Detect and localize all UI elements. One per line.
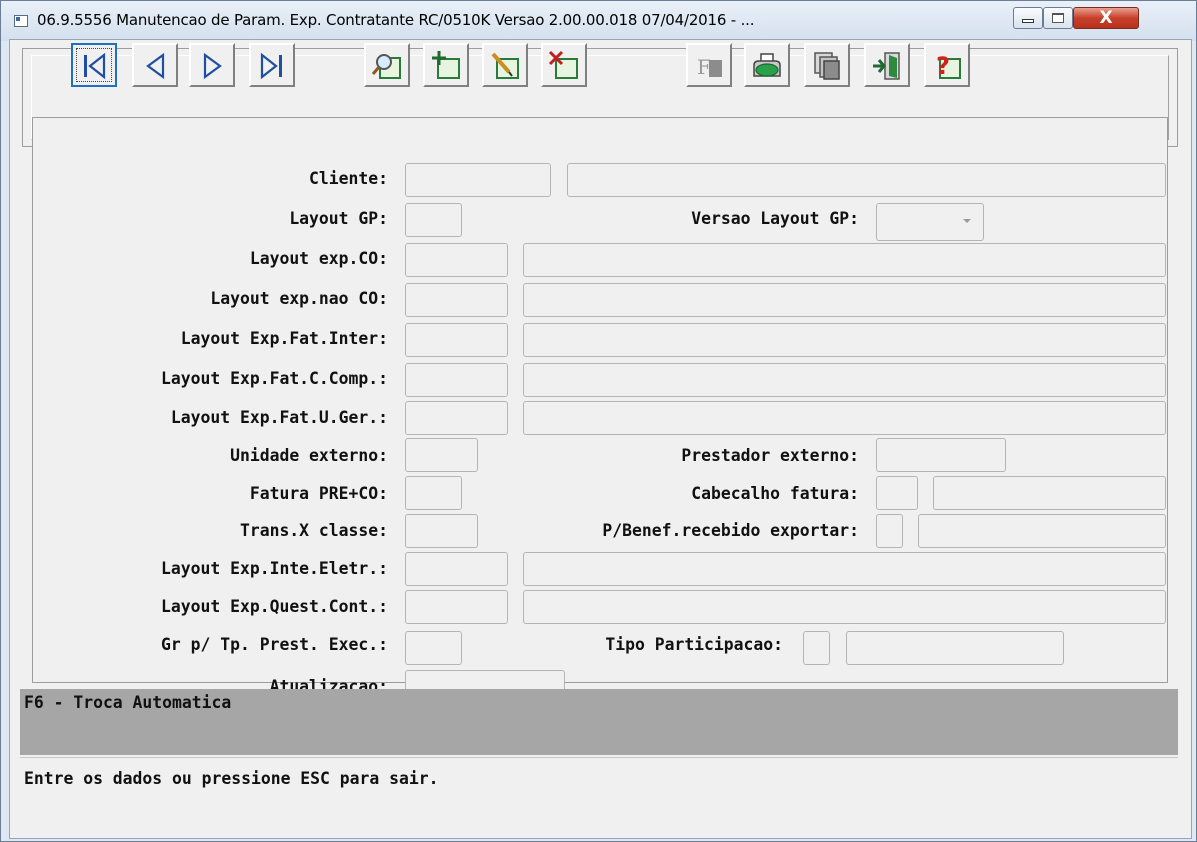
cliente-code-field[interactable] bbox=[405, 163, 551, 197]
cliente-name-field bbox=[567, 163, 1166, 197]
next-record-button[interactable] bbox=[189, 43, 235, 87]
layout-exp-fat-c-comp-field[interactable] bbox=[405, 363, 508, 397]
first-record-button[interactable] bbox=[71, 43, 117, 87]
help-question-icon: ? bbox=[936, 52, 961, 80]
cabecalho-fatura-label: Cabecalho fatura: bbox=[691, 484, 859, 503]
chevron-down-icon[interactable] bbox=[963, 219, 971, 223]
close-button[interactable]: X bbox=[1073, 7, 1139, 29]
minimize-icon bbox=[1022, 19, 1034, 23]
tipo-participacao-label: Tipo Participacao: bbox=[605, 635, 783, 654]
first-icon bbox=[84, 52, 106, 80]
layout-exp-fat-u-ger-label: Layout Exp.Fat.U.Ger.: bbox=[170, 408, 388, 427]
versao-layout-gp-combo[interactable] bbox=[876, 203, 984, 241]
layout-exp-quest-cont-label: Layout Exp.Quest.Cont.: bbox=[161, 597, 388, 616]
exit-button[interactable] bbox=[864, 43, 910, 87]
edit-icon bbox=[491, 52, 519, 79]
last-record-button[interactable] bbox=[249, 43, 295, 87]
layout-exp-inte-eletr-label: Layout Exp.Inte.Eletr.: bbox=[161, 559, 388, 578]
delete-icon bbox=[548, 50, 578, 79]
p-benef-recebido-exportar-desc bbox=[918, 514, 1166, 548]
close-icon: X bbox=[1099, 7, 1113, 28]
magnifier-icon bbox=[371, 54, 401, 79]
layout-exp-nao-co-desc bbox=[523, 283, 1166, 317]
layout-exp-co-desc bbox=[523, 243, 1166, 277]
layout-exp-fat-inter-label: Layout Exp.Fat.Inter: bbox=[180, 329, 388, 348]
layout-exp-quest-cont-field[interactable] bbox=[405, 590, 508, 624]
layout-exp-inte-eletr-field[interactable] bbox=[405, 552, 508, 586]
search-button[interactable] bbox=[364, 43, 410, 87]
layout-exp-co-label: Layout exp.CO: bbox=[249, 249, 388, 268]
unidade-externo-label: Unidade externo: bbox=[230, 446, 388, 465]
window-icon[interactable] bbox=[14, 15, 28, 27]
cliente-label: Cliente: bbox=[309, 169, 388, 188]
layout-exp-fat-c-comp-label: Layout Exp.Fat.C.Comp.: bbox=[161, 369, 388, 388]
p-benef-recebido-exportar-field[interactable] bbox=[876, 514, 903, 548]
layout-exp-fat-c-comp-desc bbox=[523, 363, 1166, 397]
window-title: 06.9.5556 Manutencao de Param. Exp. Cont… bbox=[37, 11, 755, 29]
layout-exp-inte-eletr-desc bbox=[523, 552, 1166, 586]
fatura-pre-co-field[interactable] bbox=[405, 476, 462, 510]
copy-button[interactable] bbox=[804, 43, 850, 87]
app-window: 06.9.5556 Manutencao de Param. Exp. Cont… bbox=[0, 0, 1197, 842]
cabecalho-fatura-desc bbox=[933, 476, 1166, 510]
layout-exp-fat-u-ger-field[interactable] bbox=[405, 401, 508, 435]
print-button[interactable] bbox=[744, 43, 790, 87]
svg-text:?: ? bbox=[936, 52, 950, 80]
prestador-externo-label: Prestador externo: bbox=[681, 446, 859, 465]
title-bar[interactable]: 06.9.5556 Manutencao de Param. Exp. Cont… bbox=[1, 1, 1196, 41]
layout-exp-fat-inter-field[interactable] bbox=[405, 323, 508, 357]
layout-exp-co-field[interactable] bbox=[405, 243, 508, 277]
layout-gp-label: Layout GP: bbox=[289, 209, 388, 228]
maximize-button[interactable] bbox=[1043, 7, 1073, 29]
help-bar: F6 - Troca Automatica bbox=[20, 689, 1178, 755]
cabecalho-fatura-field[interactable] bbox=[876, 476, 918, 510]
versao-layout-gp-label: Versao Layout GP: bbox=[691, 209, 859, 228]
edit-button[interactable] bbox=[482, 43, 528, 87]
previous-icon bbox=[146, 52, 165, 80]
trans-x-classe-label: Trans.X classe: bbox=[239, 521, 388, 540]
format-button[interactable]: F bbox=[686, 43, 732, 87]
minimize-button[interactable] bbox=[1013, 7, 1043, 29]
add-button[interactable] bbox=[423, 43, 469, 87]
tipo-participacao-desc bbox=[846, 631, 1064, 665]
status-text: Entre os dados ou pressione ESC para sai… bbox=[24, 769, 439, 788]
tipo-participacao-field[interactable] bbox=[803, 631, 830, 665]
exit-door-icon bbox=[873, 52, 900, 80]
copy-icon bbox=[814, 52, 840, 80]
status-bar: Entre os dados ou pressione ESC para sai… bbox=[20, 757, 1178, 795]
unidade-externo-field[interactable] bbox=[405, 438, 478, 472]
layout-exp-fat-inter-desc bbox=[523, 323, 1166, 357]
help-button[interactable]: ? bbox=[924, 43, 970, 87]
layout-exp-nao-co-label: Layout exp.nao CO: bbox=[210, 289, 388, 308]
trans-x-classe-field[interactable] bbox=[405, 514, 478, 548]
add-icon bbox=[432, 51, 460, 79]
maximize-icon bbox=[1052, 13, 1064, 23]
layout-exp-nao-co-field[interactable] bbox=[405, 283, 508, 317]
previous-record-button[interactable] bbox=[132, 43, 178, 87]
fatura-pre-co-label: Fatura PRE+CO: bbox=[249, 484, 388, 503]
p-benef-recebido-exportar-label: P/Benef.recebido exportar: bbox=[602, 521, 859, 540]
gr-tp-prest-exec-label: Gr p/ Tp. Prest. Exec.: bbox=[161, 635, 388, 654]
layout-exp-fat-u-ger-desc bbox=[523, 401, 1166, 435]
layout-gp-field[interactable] bbox=[405, 203, 462, 237]
prestador-externo-field[interactable] bbox=[876, 438, 1006, 472]
last-icon bbox=[260, 52, 282, 80]
svg-text:F: F bbox=[697, 55, 711, 79]
help-text: F6 - Troca Automatica bbox=[24, 693, 232, 712]
layout-exp-quest-cont-desc bbox=[523, 590, 1166, 624]
format-icon: F bbox=[697, 55, 722, 79]
gr-tp-prest-exec-field[interactable] bbox=[405, 631, 462, 665]
next-icon bbox=[203, 52, 222, 80]
printer-icon bbox=[753, 53, 781, 77]
delete-button[interactable] bbox=[541, 43, 587, 87]
